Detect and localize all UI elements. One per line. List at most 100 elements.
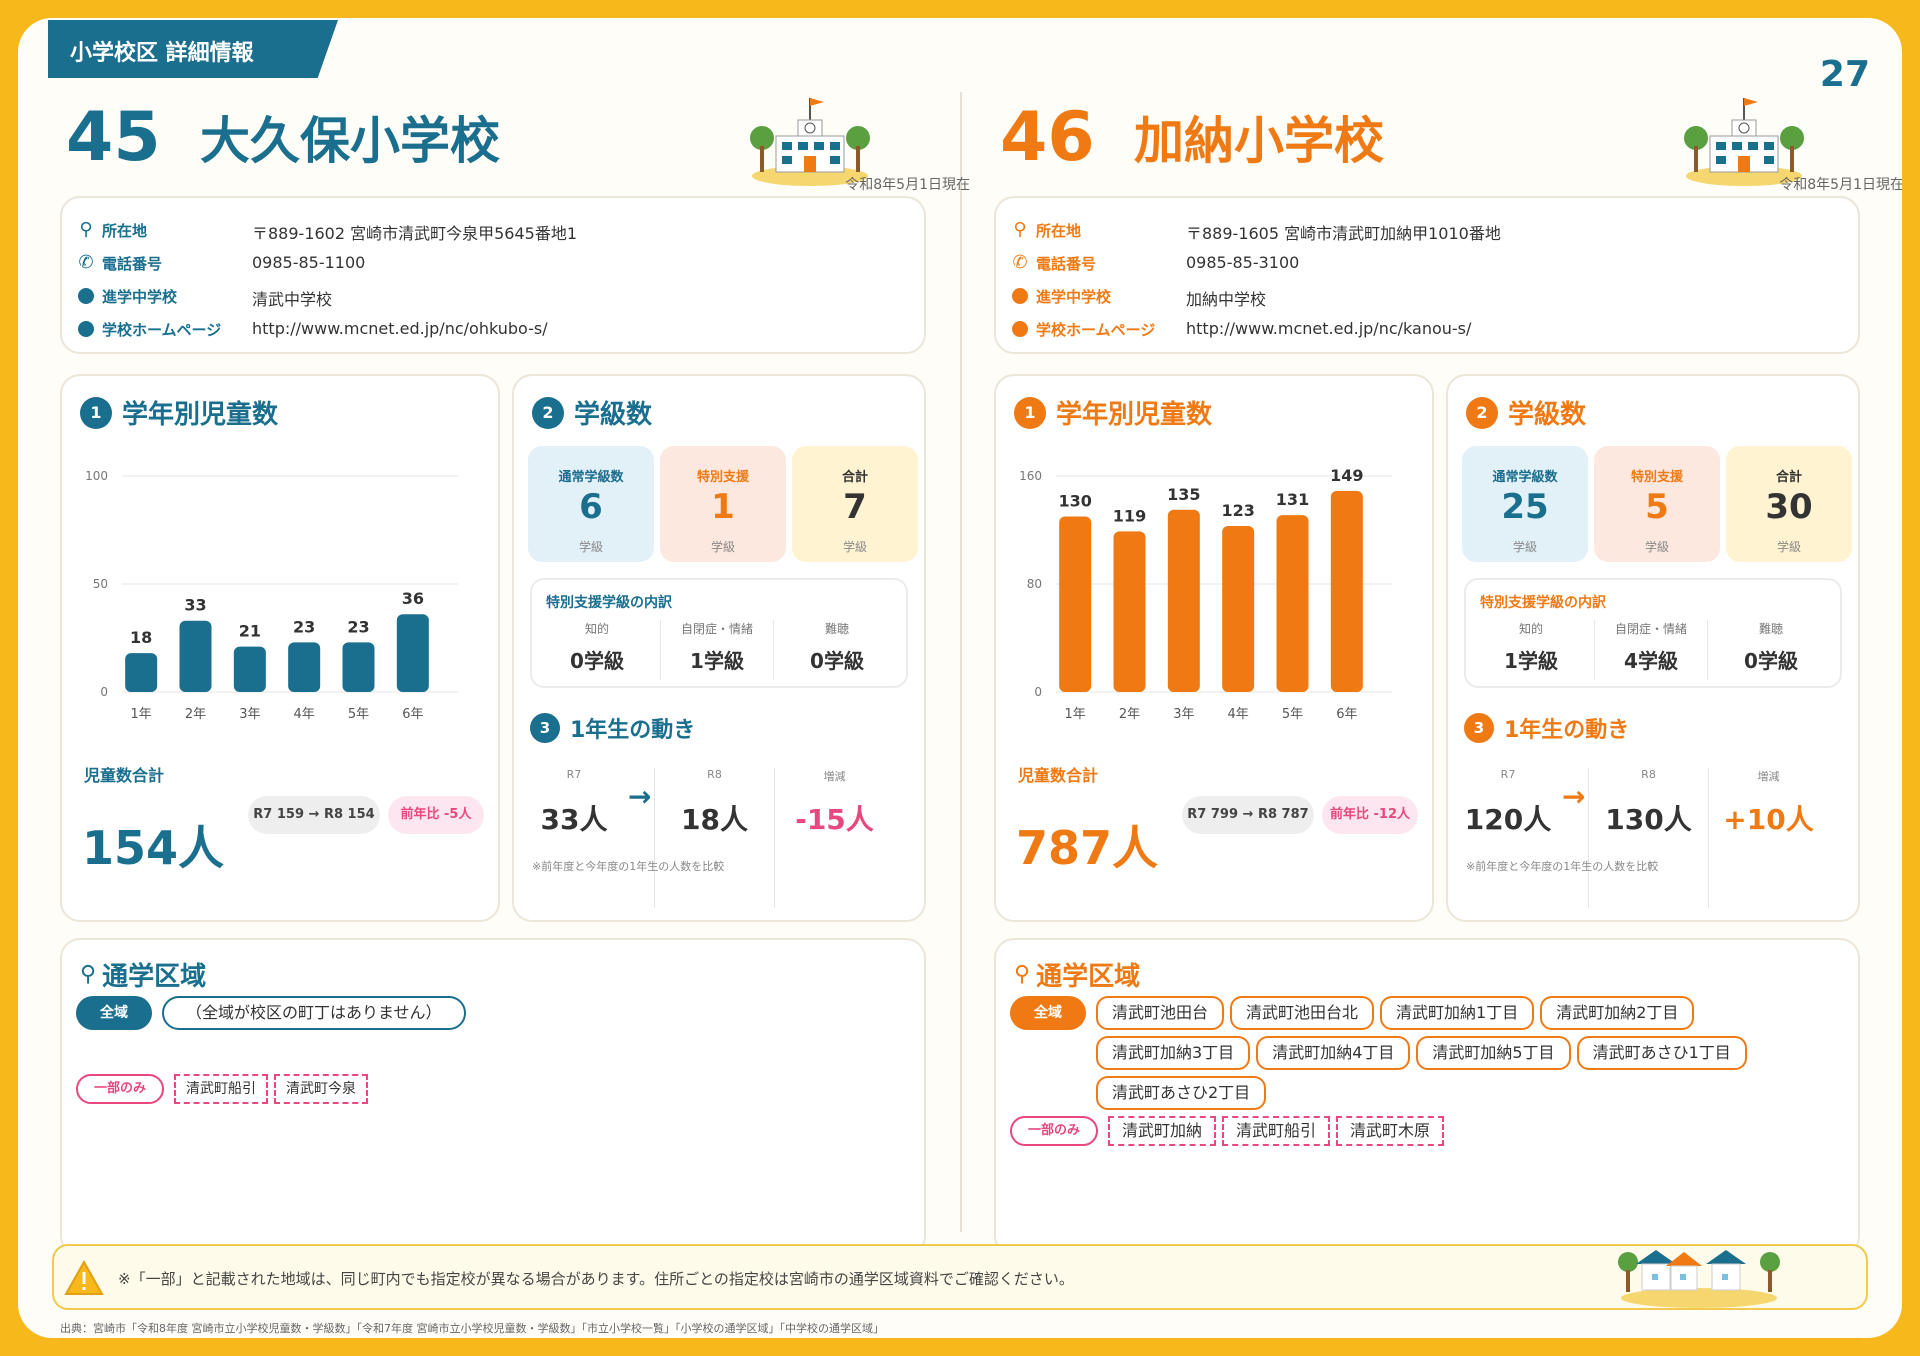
special-value: 5 — [1645, 487, 1669, 527]
comparison-badge: R7 159 → R8 154 — [248, 796, 380, 834]
district-title: 通学区域 — [1036, 962, 1141, 992]
x-tick-label: 2年 — [1119, 707, 1140, 722]
middle-school-row: 進学中学校 清武中学校 — [76, 284, 916, 314]
grade-bar-chart: 0 80 160 130 1年 119 2年 135 3年 123 4年 131 5年 149 6年 — [1019, 466, 1392, 722]
regular-class-box: 通常学級数 25 学級 — [1462, 446, 1588, 562]
area-chip: 清武町加納5丁目 — [1416, 1036, 1571, 1070]
section-number-2-icon: 2 — [532, 396, 564, 429]
phone-icon: ✆ — [78, 252, 94, 273]
bar-value-label: 135 — [1167, 485, 1200, 504]
x-tick-label: 5年 — [348, 707, 369, 722]
total-label: 合計 — [1775, 470, 1802, 485]
total-students-value: 787人 — [1016, 821, 1159, 875]
homepage-row: 学校ホームページ http://www.mcnet.ed.jp/nc/kanou… — [1010, 317, 1850, 347]
first-grade-r8: R8 130人 — [1588, 768, 1708, 908]
as-of-date: 令和8年5月1日現在 — [1779, 177, 1902, 193]
bar — [233, 646, 266, 692]
bar-value-label: 21 — [239, 622, 261, 641]
x-tick-label: 5年 — [1282, 707, 1303, 722]
area-chip: 清武町加納1丁目 — [1380, 996, 1535, 1030]
total-unit: 学級 — [1776, 540, 1801, 554]
move-title: 1年生の動き — [1504, 718, 1630, 743]
bar-value-label: 23 — [293, 617, 315, 636]
breakdown-intellectual-value: 1学級 — [1504, 649, 1558, 673]
bar — [125, 653, 158, 692]
as-of-date: 令和8年5月1日現在 — [845, 177, 970, 193]
bullet-dot-icon — [1010, 286, 1030, 306]
y-tick-label: 50 — [93, 577, 108, 591]
address-label: 所在地 — [1036, 222, 1082, 240]
yoy-badge: 前年比 -12人 — [1322, 796, 1418, 834]
all-area-tag: 全域 — [1010, 996, 1086, 1030]
area-chip: 清武町加納2丁目 — [1540, 996, 1695, 1030]
breakdown-autism-value: 1学級 — [690, 649, 744, 673]
phone-row: ✆ 電話番号 0985-85-3100 — [1010, 251, 1850, 281]
homepage-label: 学校ホームページ — [1036, 321, 1156, 339]
bar-value-label: 130 — [1058, 492, 1091, 511]
y-tick-label: 80 — [1027, 577, 1042, 591]
first-grade-r7: R7 120人 — [1448, 768, 1568, 908]
school-column-okubo: 45 大久保小学校 令和8年5月1日現在 ⚲ 所在地 〒889-1602 宮崎市… — [60, 18, 970, 1256]
section-number-1-icon: 1 — [80, 396, 112, 429]
breakdown-hearing-label: 難聴 — [1758, 622, 1783, 636]
section-number-3-icon: 3 — [1464, 713, 1494, 743]
area-chip: 清武町あさひ2丁目 — [1096, 1076, 1267, 1110]
page: 小学校区 詳細情報 27 45 大久保小学校 令和8年5月1日現在 ⚲ 所在地 … — [18, 18, 1902, 1338]
arrow-right-icon: → — [628, 780, 652, 813]
breakdown-hearing-value: 0学級 — [810, 649, 864, 673]
district-section-title: ⚲ 通学区域 — [1014, 956, 1140, 993]
x-tick-label: 4年 — [1228, 707, 1249, 722]
all-area-chips: 清武町池田台 清武町池田台北 清武町加納1丁目 清武町加納2丁目清武町加納3丁目 清武町… — [1096, 996, 1836, 1116]
breakdown-intellectual-label: 知的 — [584, 622, 609, 636]
first-grade-note: ※前年度と今年度の1年生の人数を比較 — [1466, 860, 1659, 873]
total-students-value: 154人 — [82, 821, 225, 875]
regular-value: 6 — [579, 487, 603, 527]
special-unit: 学級 — [710, 540, 735, 554]
school-number: 46 — [1000, 98, 1095, 177]
middle-school-row: 進学中学校 加納中学校 — [1010, 284, 1850, 314]
address-row: ⚲ 所在地 〒889-1605 宮崎市清武町加納甲1010番地 — [1010, 218, 1850, 248]
breakdown-title: 特別支援学級の内訳 — [1480, 595, 1606, 611]
special-label: 特別支援 — [696, 470, 749, 485]
first-grade-section-title: 3 1年生の動き — [1464, 712, 1629, 744]
phone-label: 電話番号 — [1036, 255, 1097, 273]
r7-label: R7 — [1500, 768, 1516, 781]
homepage-link[interactable]: http://www.mcnet.ed.jp/nc/ohkubo-s/ — [252, 319, 548, 338]
address-value: 〒889-1605 宮崎市清武町加納甲1010番地 — [1186, 224, 1501, 243]
school-district-card: ⚲ 通学区域 全域 （全域が校区の町丁はありません） 一部のみ 清武町船引 清武町今… — [60, 938, 926, 1256]
bar-value-label: 131 — [1276, 490, 1309, 509]
homepage-row: 学校ホームページ http://www.mcnet.ed.jp/nc/ohkub… — [76, 317, 916, 347]
class-count-boxes: 通常学級数 25 学級 特別支援 5 学級 合計 30 学級 — [1462, 446, 1852, 562]
grade-bar-chart: 0 50 100 18 1年 33 2年 21 3年 23 4年 23 5年 36 6年 — [85, 469, 458, 722]
bullet-dot-icon — [76, 319, 96, 339]
school-name: 加納小学校 — [1134, 112, 1384, 170]
partial-area-chip: 清武町船引 — [1222, 1116, 1331, 1146]
regular-unit: 学級 — [578, 540, 603, 554]
school-number: 45 — [66, 98, 161, 177]
address-value: 〒889-1602 宮崎市清武町今泉甲5645番地1 — [252, 224, 578, 243]
breakdown-intellectual: 知的 0学級 — [540, 620, 654, 680]
x-tick-label: 1年 — [131, 707, 152, 722]
total-students-label: 児童数合計 — [1018, 766, 1099, 785]
map-pin-icon: ⚲ — [79, 219, 93, 240]
regular-unit: 学級 — [1512, 540, 1537, 554]
y-tick-label: 0 — [1034, 685, 1042, 699]
address-label: 所在地 — [102, 222, 148, 240]
class-section-title: 2 学級数 — [1466, 394, 1586, 434]
breakdown-intellectual: 知的 1学級 — [1474, 620, 1588, 680]
homepage-link[interactable]: http://www.mcnet.ed.jp/nc/kanou-s/ — [1186, 319, 1471, 338]
move-title: 1年生の動き — [570, 718, 696, 743]
change-label: 増減 — [1757, 770, 1780, 783]
bar-value-label: 119 — [1113, 506, 1146, 525]
grade-title: 学年別児童数 — [122, 400, 279, 430]
r8-label: R8 — [707, 768, 722, 781]
breakdown-autism-label: 自閉症・情緒 — [1614, 622, 1687, 636]
regular-value: 25 — [1501, 487, 1549, 527]
partial-area-chips: 清武町船引 清武町今泉 — [174, 1074, 914, 1110]
regular-label: 通常学級数 — [558, 470, 624, 485]
class-title: 学級数 — [1508, 400, 1587, 430]
school-info-card: ⚲ 所在地 〒889-1605 宮崎市清武町加納甲1010番地 ✆ 電話番号 0… — [994, 196, 1860, 354]
warning-icon — [64, 1260, 104, 1295]
regular-label: 通常学級数 — [1492, 470, 1558, 485]
bar — [342, 642, 375, 692]
